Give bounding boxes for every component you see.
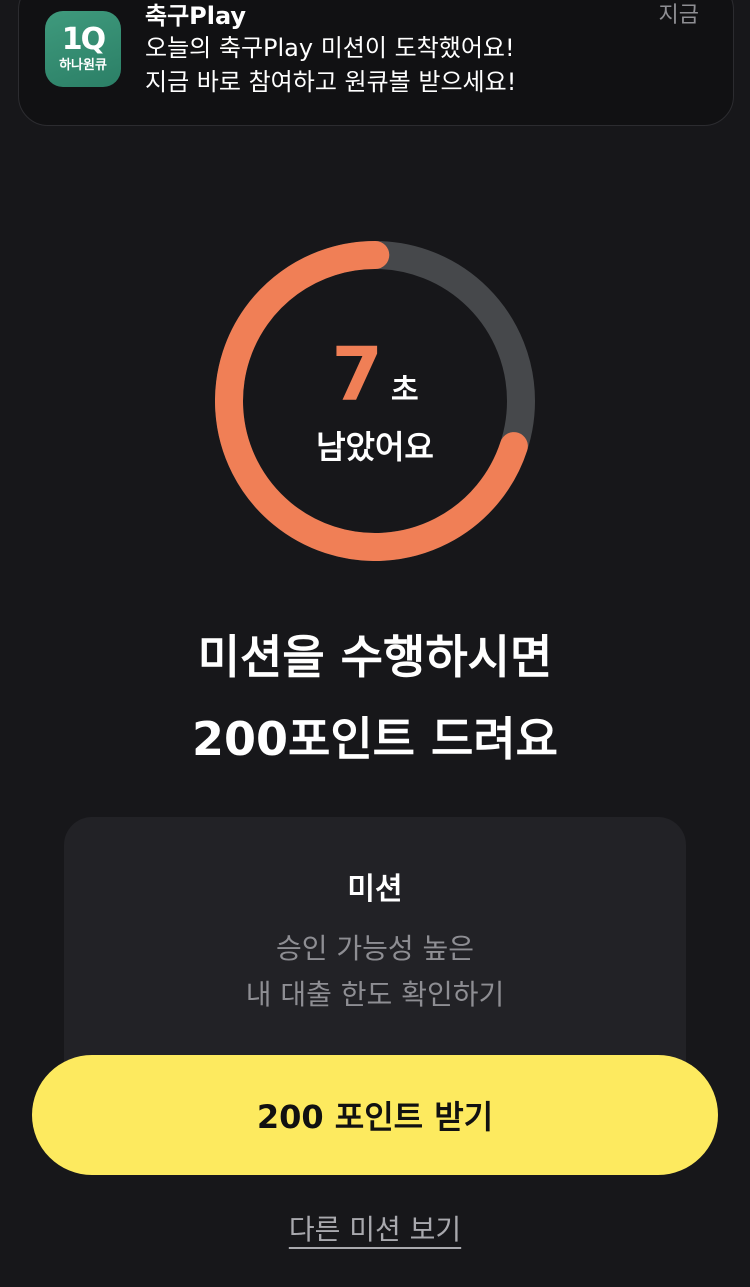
mission-screen: 1Q 하나원큐 축구Play 지금 오늘의 축구Play 미션이 도착했어요! … [0, 0, 750, 1287]
notification-time: 지금 [658, 3, 699, 28]
notification-line-2: 지금 바로 참여하고 원큐볼 받으세요! [145, 68, 517, 96]
timer-unit: 초 [390, 373, 419, 408]
other-mission-link[interactable]: 다른 미션 보기 [289, 1213, 461, 1246]
notification-title: 축구Play [145, 2, 247, 30]
timer-seconds: 7 [331, 332, 383, 418]
mission-title: 미션 [347, 872, 403, 907]
mission-line-1: 승인 가능성 높은 [275, 932, 475, 965]
timer-readout: 7 초 남았어요 [215, 241, 535, 561]
mission-description: 승인 가능성 높은 내 대출 한도 확인하기 [0, 926, 750, 1018]
claim-points-button[interactable]: 200 포인트 받기 [32, 1055, 718, 1175]
page-title: 미션을 수행하시면 200포인트 드려요 [0, 616, 750, 780]
notification-line-1: 오늘의 축구Play 미션이 도착했어요! [145, 34, 515, 62]
countdown-timer: 7 초 남았어요 [215, 241, 535, 561]
headline-line-1: 미션을 수행하시면 [197, 630, 553, 684]
other-mission-link-row: 다른 미션 보기 [0, 1210, 750, 1250]
logo-mark: 1Q [61, 21, 106, 57]
timer-caption: 남았어요 [316, 428, 434, 466]
notification-body: 오늘의 축구Play 미션이 도착했어요! 지금 바로 참여하고 원큐볼 받으세… [145, 31, 516, 99]
app-icon: 1Q 하나원큐 [45, 11, 121, 87]
mission-line-2: 내 대출 한도 확인하기 [245, 978, 505, 1011]
headline-line-2: 200포인트 드려요 [192, 712, 558, 766]
push-notification[interactable]: 1Q 하나원큐 축구Play 지금 오늘의 축구Play 미션이 도착했어요! … [18, 0, 734, 126]
logo-text: 하나원큐 [59, 57, 107, 73]
